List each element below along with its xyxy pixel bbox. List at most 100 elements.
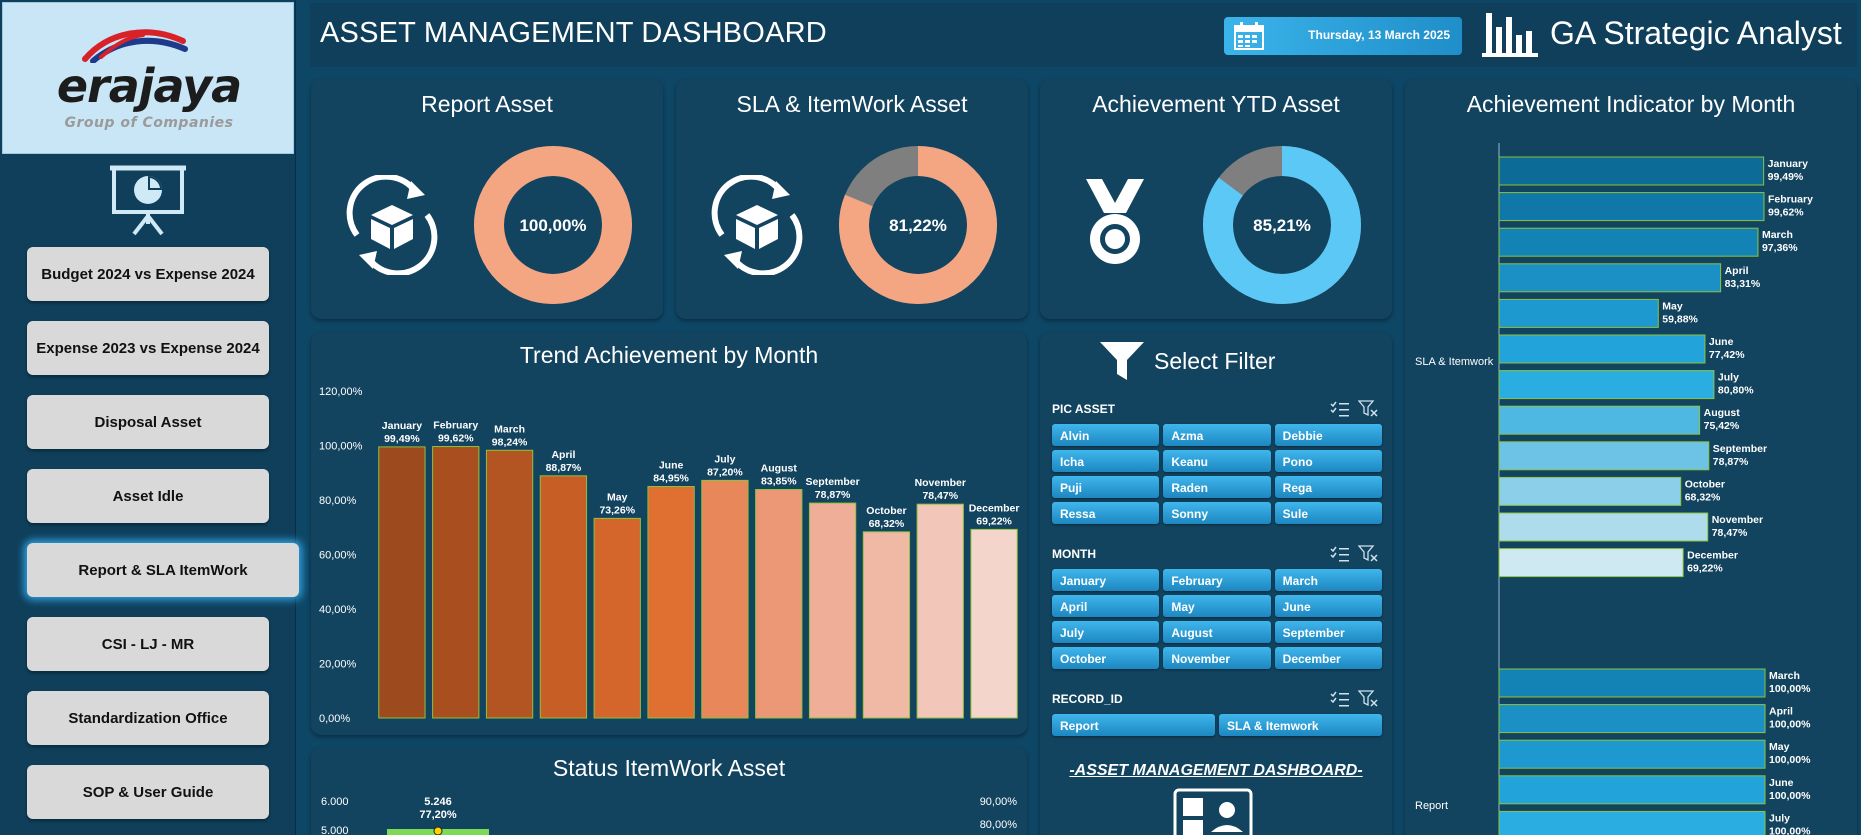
slicer-option[interactable]: May	[1163, 595, 1271, 617]
trend-bar	[755, 489, 803, 719]
slicer-option[interactable]: Pono	[1274, 450, 1382, 472]
multi-select-icon[interactable]	[1330, 400, 1350, 418]
nav-expense-2023-vs-2024[interactable]: Expense 2023 vs Expense 2024	[27, 321, 269, 375]
slicer-option[interactable]: January	[1052, 569, 1160, 591]
bar-month-label: October	[1685, 478, 1725, 490]
bar-value-label: 78,47%	[922, 490, 958, 502]
nav-csi-lj-mr[interactable]: CSI - LJ - MR	[27, 617, 269, 671]
right-tick-label: 90,00%	[980, 796, 1018, 808]
bar-value-label: 99,49%	[384, 433, 420, 445]
people-board-icon	[1173, 788, 1253, 835]
page-title: ASSET MANAGEMENT DASHBOARD	[320, 17, 827, 49]
kpi-card-achievement-ytd: Achievement YTD Asset 85,21%	[1040, 79, 1392, 319]
footer-dashboard-title: -ASSET MANAGEMENT DASHBOARD-	[1069, 762, 1363, 779]
status-bar-pct: 77,20%	[419, 809, 457, 821]
donut-value-label: 100,00%	[519, 216, 586, 235]
kpi-title: Report Asset	[421, 91, 553, 117]
nav-sop-user-guide[interactable]: SOP & User Guide	[27, 765, 269, 819]
slicer-option[interactable]: October	[1052, 647, 1160, 669]
nav-disposal-asset[interactable]: Disposal Asset	[27, 395, 269, 449]
slicer-option[interactable]: Azma	[1163, 424, 1271, 446]
donut-value-label: 85,21%	[1253, 216, 1311, 235]
brand-title: GA Strategic Analyst	[1550, 15, 1842, 51]
slicer-option[interactable]: April	[1052, 595, 1160, 617]
slicer-option[interactable]: Report	[1052, 714, 1215, 736]
slicer-option[interactable]: Sule	[1274, 502, 1382, 524]
trend-bar	[808, 502, 857, 719]
filter-title: Select Filter	[1154, 348, 1276, 374]
indicator-bar	[1498, 739, 1766, 769]
bar-value-label: 100,00%	[1769, 790, 1811, 802]
kpi-title: Achievement YTD Asset	[1092, 91, 1340, 117]
slicer-option[interactable]: Puji	[1052, 476, 1160, 498]
slicer-option[interactable]: March	[1274, 569, 1382, 591]
slicer-option[interactable]: Rega	[1274, 476, 1382, 498]
multi-select-icon[interactable]	[1330, 690, 1350, 708]
slicer-option[interactable]: Keanu	[1163, 450, 1271, 472]
nav-budget-vs-expense[interactable]: Budget 2024 vs Expense 2024	[27, 247, 269, 301]
clear-filter-icon[interactable]	[1358, 400, 1378, 418]
bar-month-label: August	[1704, 407, 1741, 419]
slicer-option[interactable]: August	[1163, 621, 1271, 643]
trend-bar	[593, 517, 641, 719]
bar-value-label: 83,85%	[761, 476, 797, 488]
y-tick-label: 120,00%	[319, 386, 363, 398]
date-display: Thursday, 13 March 2025	[1224, 17, 1462, 55]
kpi-card-report-asset: Report Asset 100,00%	[311, 79, 663, 319]
nav-report-sla-itemwork[interactable]: Report & SLA ItemWork	[27, 543, 299, 597]
slicer-option[interactable]: Icha	[1052, 450, 1160, 472]
bar-value-label: 69,22%	[1687, 563, 1723, 575]
funnel-icon	[1100, 342, 1144, 380]
box-cycle-icon	[711, 175, 803, 275]
bar-month-label: November	[915, 477, 966, 489]
slicer-option[interactable]: Debbie	[1274, 424, 1382, 446]
slicer-header: MONTH	[1052, 547, 1096, 561]
slicer-option[interactable]: September	[1274, 621, 1382, 643]
y-tick-label: 40,00%	[319, 604, 357, 616]
logo-swoosh-icon	[82, 29, 188, 63]
bar-value-label: 69,22%	[976, 515, 1012, 527]
clear-filter-icon[interactable]	[1358, 690, 1378, 708]
status-bar-value: 5.246	[424, 796, 452, 808]
slicer-option[interactable]: Raden	[1163, 476, 1271, 498]
indicator-bar	[1498, 334, 1706, 364]
indicator-chart-card: Achievement Indicator by Month SLA & Ite…	[1405, 79, 1857, 835]
indicator-bar	[1498, 668, 1766, 698]
bar-month-label: August	[761, 463, 798, 475]
indicator-bar-chart: SLA & Itemwork January99,49% February99,62…	[1415, 143, 1813, 835]
bar-month-label: May	[607, 491, 628, 503]
indicator-bar	[1498, 156, 1765, 186]
medal-icon	[1086, 179, 1144, 264]
slicer-option[interactable]: Alvin	[1052, 424, 1160, 446]
bar-month-label: June	[1709, 336, 1734, 348]
bar-value-label: 97,36%	[1762, 242, 1798, 254]
bar-value-label: 73,26%	[599, 504, 635, 516]
clear-filter-icon[interactable]	[1358, 545, 1378, 563]
slicer-option[interactable]: February	[1163, 569, 1271, 591]
bar-value-label: 99,62%	[1768, 207, 1804, 219]
kpi-title: SLA & ItemWork Asset	[736, 91, 968, 117]
slicer-option[interactable]: July	[1052, 621, 1160, 643]
slicer-option[interactable]: June	[1274, 595, 1382, 617]
slicer-option[interactable]: December	[1274, 647, 1382, 669]
slicer-option[interactable]: Sonny	[1163, 502, 1271, 524]
bar-value-label: 83,31%	[1725, 278, 1761, 290]
nav-asset-idle[interactable]: Asset Idle	[27, 469, 269, 523]
indicator-bar	[1498, 704, 1766, 734]
trend-bar	[701, 479, 749, 719]
slicer-option[interactable]: SLA & Itemwork	[1219, 714, 1382, 736]
header-bar: ASSET MANAGEMENT DASHBOARD Thursday, 13 …	[310, 3, 1857, 67]
nav-standardization-office[interactable]: Standardization Office	[27, 691, 269, 745]
left-tick-label: 6.000	[321, 796, 349, 808]
slicer-option[interactable]: November	[1163, 647, 1271, 669]
indicator-bar	[1498, 298, 1659, 328]
y-tick-label: 20,00%	[319, 659, 357, 671]
multi-select-icon[interactable]	[1330, 545, 1350, 563]
bar-month-label: December	[1687, 550, 1738, 562]
slicer-option[interactable]: Ressa	[1052, 502, 1160, 524]
bar-value-label: 78,47%	[1712, 527, 1748, 539]
trend-bar	[539, 475, 588, 719]
kpi-card-sla-itemwork: SLA & ItemWork Asset 81,22%	[676, 79, 1028, 319]
trend-bar	[432, 446, 480, 719]
y-tick-label: 0,00%	[319, 713, 350, 725]
